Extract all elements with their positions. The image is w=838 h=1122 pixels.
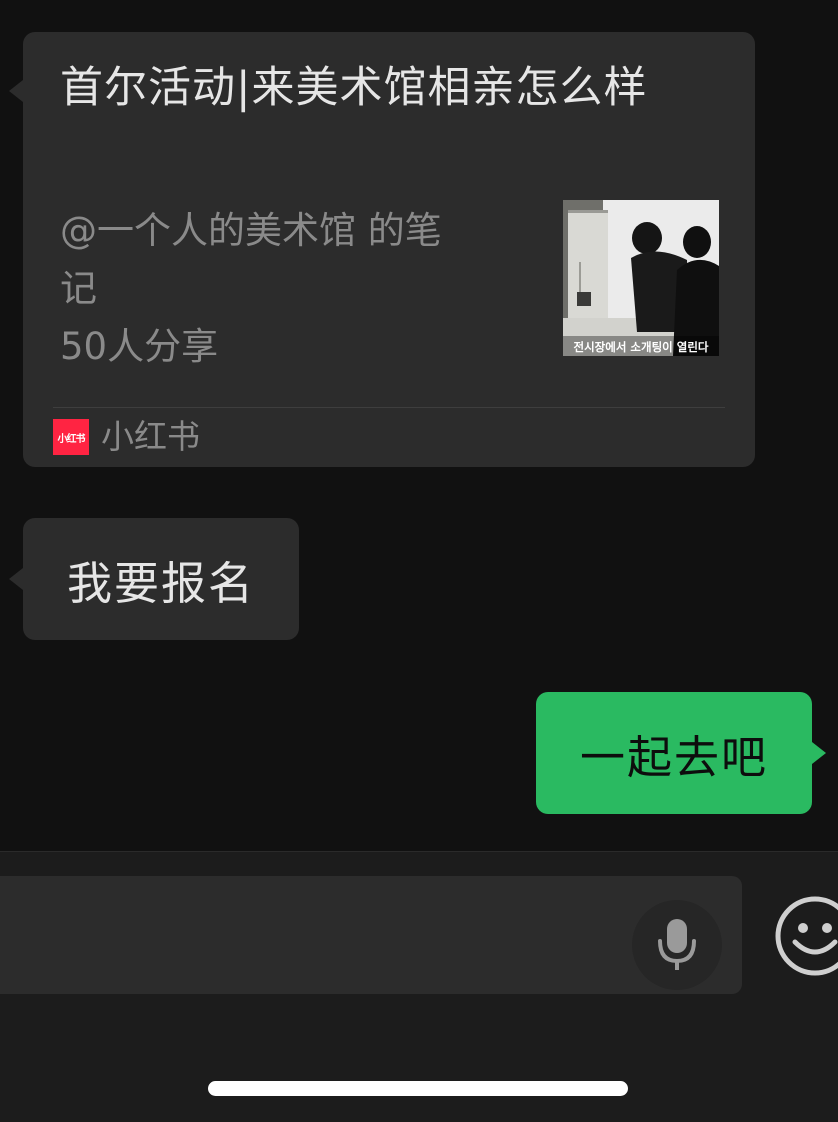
- card-share-count: 50人分享: [60, 325, 219, 368]
- card-source-name: 小红书: [101, 417, 200, 456]
- smiley-face-icon: [775, 896, 838, 976]
- home-indicator[interactable]: [208, 1081, 628, 1096]
- message-bubble-incoming[interactable]: 我要报名: [9, 518, 299, 640]
- card-title: 首尔活动|来美术馆相亲怎么样: [60, 63, 648, 113]
- chat-message-area[interactable]: 首尔活动|来美术馆相亲怎么样 @一个人的美术馆 的笔 记 50人分享 전시장에서…: [0, 0, 838, 851]
- message-text: 我要报名: [66, 556, 255, 610]
- bubble-tail: [9, 80, 23, 102]
- message-text: 一起去吧: [579, 730, 768, 784]
- message-input[interactable]: [0, 876, 742, 994]
- card-description: @一个人的美术馆 的笔 记 50人分享: [60, 202, 520, 376]
- voice-input-button[interactable]: [632, 900, 722, 990]
- bubble-tail: [9, 568, 23, 590]
- card-author-line: @一个人的美术馆 的笔: [60, 209, 442, 252]
- bubble-tail: [812, 742, 826, 764]
- card-author-line-cont: 记: [60, 267, 97, 310]
- message-bubble-outgoing[interactable]: 一起去吧: [536, 692, 826, 814]
- card-divider: [53, 407, 725, 408]
- card-thumbnail: 전시장에서 소개팅이 열린다: [563, 200, 719, 356]
- xiaohongshu-logo-icon: 小红书: [53, 419, 89, 455]
- gallery-photo: 전시장에서 소개팅이 열린다: [563, 200, 719, 356]
- emoji-button[interactable]: [773, 894, 838, 978]
- microphone-icon: [658, 919, 696, 970]
- shared-note-card[interactable]: 首尔活动|来美术馆相亲怎么样 @一个人的美术馆 的笔 记 50人分享 전시장에서…: [9, 32, 755, 467]
- thumbnail-caption: 전시장에서 소개팅이 열린다: [574, 340, 709, 354]
